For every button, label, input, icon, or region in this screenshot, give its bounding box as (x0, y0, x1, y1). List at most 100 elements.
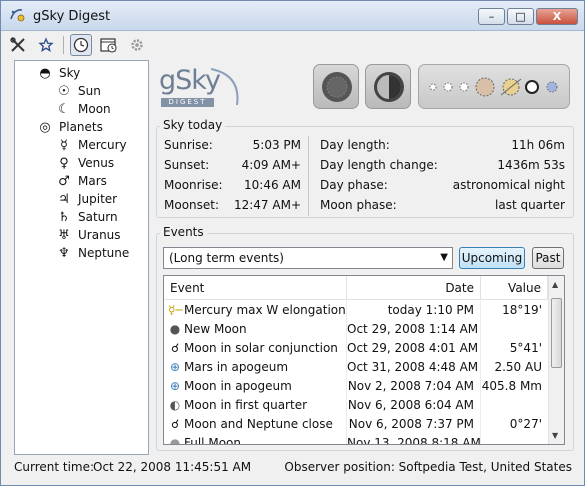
table-row[interactable]: ⊕ Mars in apogeum Oct 31, 2008 4:48 AM 2.… (164, 358, 548, 377)
sun-view-button[interactable] (313, 64, 359, 109)
event-cell: ◐ Moon in first quarter (164, 396, 347, 415)
tree-item-label: Planets (59, 120, 103, 134)
planets-view-button[interactable] (418, 64, 570, 109)
tree-item-saturn[interactable]: ♄ Saturn (56, 208, 117, 226)
day-length-value: 11h 06m (511, 138, 565, 152)
tree-item-planets[interactable]: ◎ Planets (37, 118, 103, 136)
event-filter-select[interactable]: (Long term events) ▼ (163, 247, 453, 269)
tree-item-sun[interactable]: ☉ Sun (56, 82, 101, 100)
sky-today-divider (308, 136, 309, 216)
event-name: Moon in solar conjunction (184, 341, 338, 355)
event-filter-value: (Long term events) (169, 251, 284, 265)
tree-item-label: Neptune (78, 246, 130, 260)
table-row[interactable]: ⊕ Moon in apogeum Nov 2, 2008 7:04 AM 405… (164, 377, 548, 396)
event-cell: ☌ Moon in solar conjunction (164, 339, 347, 358)
column-header-date[interactable]: Date (347, 276, 481, 300)
current-time-label: Current time: (14, 460, 95, 474)
event-name: Moon in first quarter (184, 398, 308, 412)
mercury-icon: ☿ (60, 137, 68, 153)
toolbar-separator (63, 36, 64, 54)
upcoming-button[interactable]: Upcoming (459, 247, 525, 269)
column-header-event[interactable]: Event (164, 276, 347, 300)
scroll-up-icon[interactable]: ▲ (552, 280, 558, 289)
clock-icon[interactable] (70, 34, 92, 56)
sunset-value: 4:09 AM+ (241, 158, 301, 172)
sky-icon: ◓ (39, 65, 51, 81)
tree-item-label: Uranus (78, 228, 121, 242)
tree-item-sky[interactable]: ◓ Sky (37, 64, 80, 82)
tools-icon[interactable] (7, 34, 29, 56)
table-row[interactable]: ☌ Moon and Neptune close Nov 6, 2008 7:37… (164, 415, 548, 434)
table-row[interactable]: ◐ Moon in first quarter Nov 6, 2008 6:04 … (164, 396, 548, 415)
events-title: Events (160, 225, 207, 239)
moon-phase-icon (374, 72, 404, 102)
app-logo-icon (10, 9, 25, 22)
observer-position: Observer position: Softpedia Test, Unite… (284, 460, 572, 474)
first-quarter-icon: ◐ (169, 398, 181, 412)
sunrise-label: Sunrise: (164, 138, 213, 152)
maximize-button[interactable]: □ (507, 8, 534, 25)
value-cell (481, 396, 548, 415)
object-tree[interactable]: ◓ Sky ☉ Sun ☾ Moon ◎ Planets ☿ Mercury ♀… (14, 60, 149, 455)
date-cell: Nov 6, 2008 7:37 PM (347, 415, 481, 434)
tree-item-neptune[interactable]: ♆ Neptune (56, 244, 129, 262)
moon-icon: ☾ (58, 101, 70, 117)
tree-item-venus[interactable]: ♀ Venus (56, 154, 114, 172)
mars-icon: ♂ (58, 173, 70, 189)
event-name: Moon in apogeum (184, 379, 292, 393)
event-cell: ● Full Moon (164, 434, 347, 445)
date-cell: Oct 31, 2008 4:48 AM (347, 358, 481, 377)
tree-item-uranus[interactable]: ♅ Uranus (56, 226, 121, 244)
tree-item-moon[interactable]: ☾ Moon (56, 100, 111, 118)
event-name: Mars in apogeum (184, 360, 289, 374)
event-name: Moon and Neptune close (184, 417, 333, 431)
toolbar (7, 34, 148, 56)
neptune-icon: ♆ (58, 245, 70, 261)
sun-disc-icon (322, 72, 352, 102)
events-scrollbar[interactable]: ▲ ▼ (548, 276, 564, 444)
planets-row-icon (429, 77, 558, 97)
planets-icon: ◎ (39, 119, 51, 135)
table-row[interactable]: ☿─Mercury max W elongation today 1:10 PM… (164, 301, 548, 320)
tree-item-mars[interactable]: ♂ Mars (56, 172, 107, 190)
tree-item-mercury[interactable]: ☿ Mercury (56, 136, 127, 154)
moon-view-button[interactable] (365, 64, 411, 109)
close-button[interactable]: X (536, 8, 578, 25)
star-icon[interactable] (35, 34, 57, 56)
event-name: Full Moon (184, 436, 241, 445)
uranus-icon: ♅ (58, 227, 70, 243)
gsky-logo: gSky DIGEST (159, 65, 241, 109)
day-length-change-label: Day length change: (320, 158, 438, 172)
events-table[interactable]: Event Date Value ☿─Mercury max W elongat… (163, 275, 565, 445)
moonrise-label: Moonrise: (164, 178, 223, 192)
column-header-value[interactable]: Value (481, 276, 548, 300)
moon-phase-value: last quarter (495, 198, 565, 212)
sunrise-value: 5:03 PM (252, 138, 301, 152)
event-cell: ☿─Mercury max W elongation (164, 301, 347, 320)
apogee-icon: ⊕ (169, 360, 181, 374)
scrollbar-thumb[interactable] (551, 298, 562, 368)
gear-icon[interactable] (126, 34, 148, 56)
value-cell: 18°19' (502, 303, 542, 317)
table-row[interactable]: ● Full Moon Nov 13, 2008 8:18 AM (164, 434, 548, 445)
new-moon-icon: ● (169, 322, 181, 336)
table-row[interactable]: ● New Moon Oct 29, 2008 1:14 AM (164, 320, 548, 339)
conjunction-icon: ☌ (170, 341, 180, 355)
title-bar[interactable]: gSky Digest – □ X (1, 1, 584, 31)
minimize-button[interactable]: – (478, 8, 505, 25)
value-cell: 5°41' (509, 341, 542, 355)
current-time-value: Oct 22, 2008 11:45:51 AM (93, 460, 252, 474)
scroll-down-icon[interactable]: ▼ (552, 431, 558, 440)
value-cell (481, 434, 548, 444)
tree-item-label: Moon (78, 102, 111, 116)
event-cell: ● New Moon (164, 320, 347, 339)
date-cell: today 1:10 PM (347, 301, 481, 320)
tree-item-jupiter[interactable]: ♃ Jupiter (56, 190, 117, 208)
table-row[interactable]: ☌ Moon in solar conjunction Oct 29, 2008 … (164, 339, 548, 358)
tree-item-label: Jupiter (78, 192, 118, 206)
calendar-clock-icon[interactable] (98, 34, 120, 56)
logo-orbit-icon (210, 68, 239, 106)
past-button[interactable]: Past (532, 247, 564, 269)
moonset-label: Moonset: (164, 198, 220, 212)
saturn-icon: ♄ (58, 209, 70, 225)
